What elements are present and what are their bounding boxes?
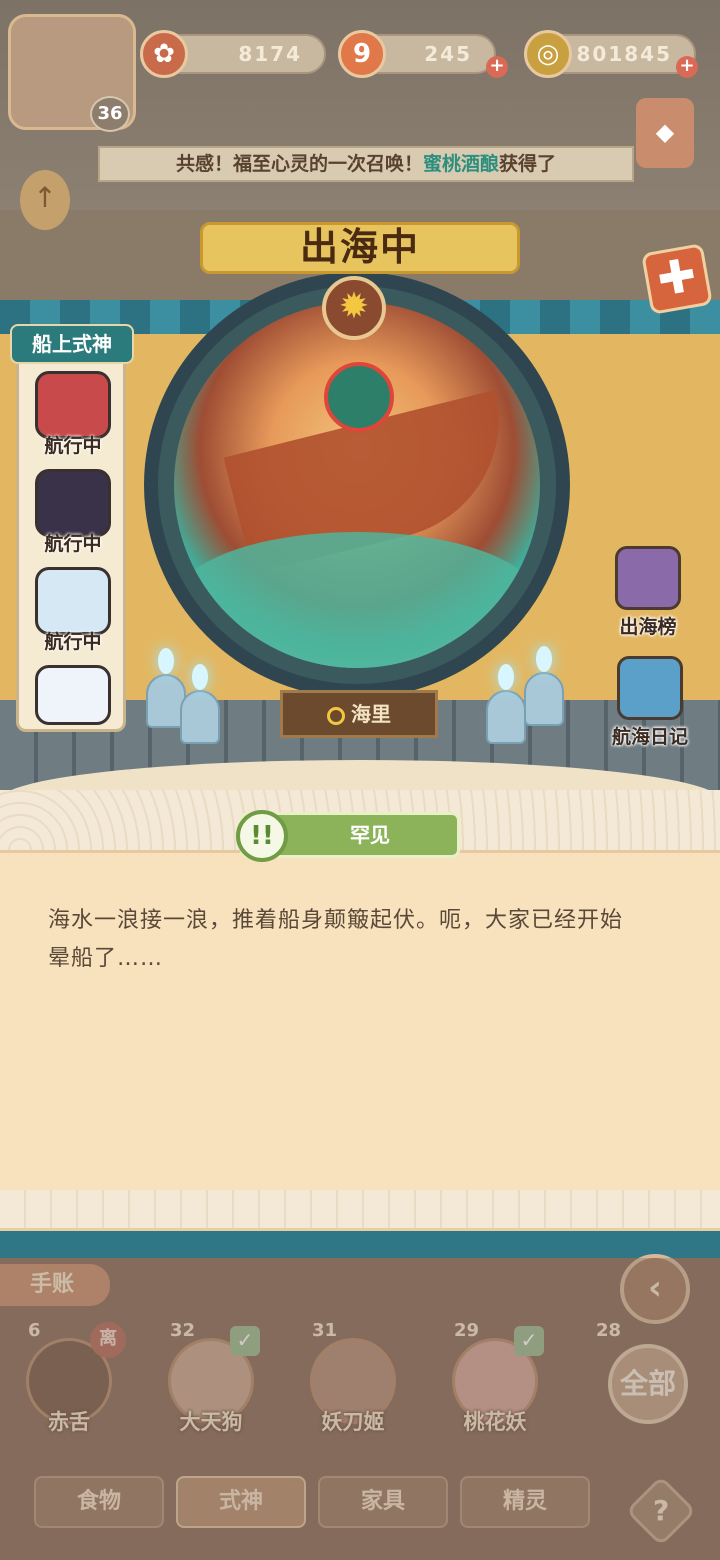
ranking-label: 出海榜 [619, 616, 677, 638]
crew-status: 航行中 [44, 533, 102, 555]
ghost-candle-icon [486, 690, 526, 744]
crew-status: 航行中 [44, 435, 102, 457]
diary-label: 航海日记 [611, 726, 688, 748]
stamina-icon: ✿ [140, 30, 188, 78]
diary-button[interactable]: 航海日记 [600, 656, 700, 748]
announcement-prefix: 共感！福至心灵的一次召唤！ [175, 153, 423, 175]
add-tickets-button[interactable]: + [486, 56, 508, 78]
flame-icon [498, 664, 514, 690]
card-pattern-footer [0, 1190, 720, 1230]
flame-icon [192, 664, 208, 690]
announcement-highlight: 蜜桃酒酿 [422, 153, 499, 175]
event-text-line: 晕船了…… [48, 946, 164, 971]
crew-avatar [35, 567, 111, 635]
teal-band [0, 1228, 720, 1258]
ticket-icon: 9 [338, 30, 386, 78]
crew-avatar [35, 371, 111, 439]
distance-value-icon [327, 706, 345, 725]
announcement-suffix: 获得了 [499, 153, 557, 175]
crew-member[interactable]: 航行中 [27, 567, 119, 659]
sun-emblem-icon: ✹ [322, 276, 386, 340]
wave-illustration [174, 532, 540, 668]
crew-status: 航行中 [44, 631, 102, 653]
distance-counter: 海里 [280, 690, 438, 738]
crew-member[interactable] [27, 665, 119, 757]
crew-panel: 航行中 航行中 航行中 [16, 326, 126, 732]
upgrade-lantern-icon[interactable]: ↑ [20, 170, 70, 230]
exclamation-icon: !! [236, 810, 288, 862]
crew-avatar [35, 665, 111, 725]
voyage-illustration [174, 302, 540, 668]
add-coins-button[interactable]: + [676, 56, 698, 78]
ghost-candle-icon [180, 690, 220, 744]
ghost-candle-icon [524, 672, 564, 726]
event-text: 海水一浪接一浪，推着船身颠簸起伏。呃，大家已经开始 晕船了…… [48, 902, 688, 978]
close-button[interactable]: ✚ [641, 243, 713, 315]
crew-avatar [35, 469, 111, 537]
daruma-illustration [324, 362, 394, 432]
dim-overlay [0, 1258, 720, 1560]
voyage-title: 出海中 [200, 222, 520, 274]
flame-icon [158, 648, 174, 674]
ranking-button[interactable]: 出海榜 [608, 546, 688, 638]
coin-icon: ◎ [524, 30, 572, 78]
announcement-banner: 共感！福至心灵的一次召唤！蜜桃酒酿获得了 [98, 146, 634, 182]
flame-icon [536, 646, 552, 672]
fish-lantern-icon[interactable]: ◆ [636, 98, 694, 168]
crew-panel-title: 船上式神 [10, 324, 134, 364]
crew-member[interactable]: 航行中 [27, 469, 119, 561]
diary-book-icon [617, 656, 683, 720]
ranking-scroll-icon [615, 546, 681, 610]
event-text-line: 海水一浪接一浪，推着船身颠簸起伏。呃，大家已经开始 [48, 908, 624, 933]
player-level-badge: 36 [90, 96, 130, 132]
crew-member[interactable]: 航行中 [27, 371, 119, 463]
distance-label: 海里 [351, 702, 391, 726]
